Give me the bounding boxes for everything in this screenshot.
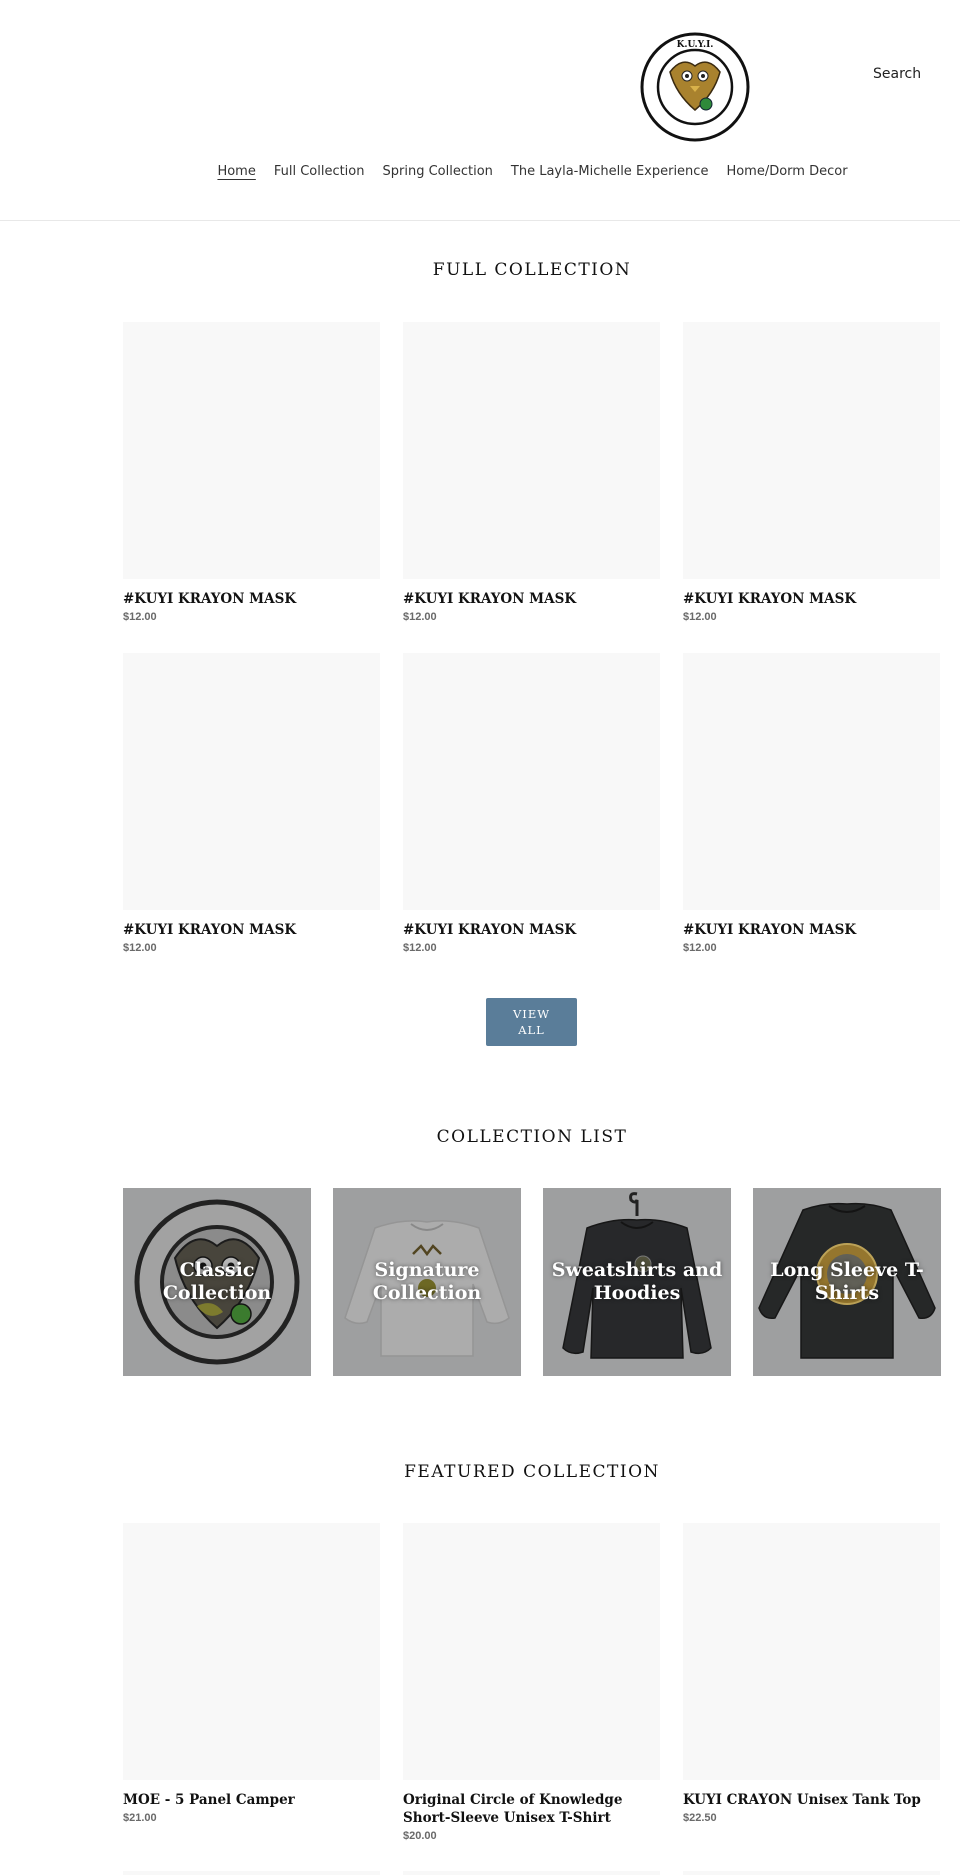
product-image[interactable]	[683, 653, 940, 910]
product-name[interactable]: #KUYI KRAYON MASK	[123, 921, 380, 939]
full-collection-title: FULL COLLECTION	[432, 260, 632, 280]
product-image[interactable]	[683, 322, 940, 579]
brand-logo[interactable]: K.U.Y.I.	[640, 32, 750, 142]
product-name[interactable]: #KUYI KRAYON MASK	[683, 921, 940, 939]
product-card[interactable]: #KUYI KRAYON MASK $12.00	[403, 653, 660, 954]
product-name[interactable]: #KUYI KRAYON MASK	[683, 590, 940, 608]
product-card[interactable]: Original Circle of Knowledge Short-Sleev…	[403, 1523, 660, 1842]
collection-label[interactable]: Signature Collection	[333, 1188, 521, 1376]
product-price: $12.00	[683, 611, 717, 623]
product-card[interactable]: MOE - 5 Panel Camper $21.00	[123, 1523, 380, 1842]
product-price: $22.50	[683, 1812, 717, 1824]
product-card[interactable]: #KUYI KRAYON MASK $12.00	[403, 322, 660, 623]
site-header: K.U.Y.I. Search Home Full Collection Spr…	[0, 0, 960, 221]
featured-collection-title: FEATURED COLLECTION	[404, 1462, 660, 1482]
product-image[interactable]	[403, 1523, 660, 1780]
product-name[interactable]: #KUYI KRAYON MASK	[123, 590, 380, 608]
product-name[interactable]: KUYI CRAYON Unisex Tank Top	[683, 1791, 940, 1809]
product-card[interactable]: #KUYI KRAYON MASK $12.00	[683, 322, 940, 623]
nav-item-layla-michelle[interactable]: The Layla-Michelle Experience	[502, 164, 718, 179]
collection-card-classic[interactable]: Classic Collection	[123, 1188, 311, 1376]
product-image[interactable]	[683, 1523, 940, 1780]
product-name[interactable]: #KUYI KRAYON MASK	[403, 590, 660, 608]
product-image-partial	[123, 1871, 380, 1875]
collection-label[interactable]: Sweatshirts and Hoodies	[543, 1188, 731, 1376]
product-name[interactable]: #KUYI KRAYON MASK	[403, 921, 660, 939]
product-price: $12.00	[123, 611, 157, 623]
collection-card-signature[interactable]: Signature Collection	[333, 1188, 521, 1376]
full-collection-grid: #KUYI KRAYON MASK $12.00 #KUYI KRAYON MA…	[123, 322, 940, 954]
product-price: $12.00	[123, 942, 157, 954]
search-link[interactable]: Search	[873, 66, 921, 82]
collection-list: Classic Collection Signature Collection …	[123, 1188, 941, 1376]
nav-item-home[interactable]: Home	[208, 164, 264, 179]
collection-card-sweatshirts[interactable]: Sweatshirts and Hoodies	[543, 1188, 731, 1376]
main-nav: Home Full Collection Spring Collection T…	[0, 164, 960, 179]
product-image-partial	[683, 1871, 940, 1875]
product-name[interactable]: MOE - 5 Panel Camper	[123, 1791, 380, 1809]
product-price: $12.00	[403, 942, 437, 954]
product-image[interactable]	[403, 653, 660, 910]
collection-label[interactable]: Classic Collection	[123, 1188, 311, 1376]
product-card[interactable]: KUYI CRAYON Unisex Tank Top $22.50	[683, 1523, 940, 1842]
product-image[interactable]	[123, 653, 380, 910]
product-card[interactable]: #KUYI KRAYON MASK $12.00	[123, 322, 380, 623]
product-price: $20.00	[403, 1830, 437, 1842]
product-price: $12.00	[403, 611, 437, 623]
collection-card-long-sleeve[interactable]: Long Sleeve T-Shirts	[753, 1188, 941, 1376]
product-image-partial	[403, 1871, 660, 1875]
nav-item-spring-collection[interactable]: Spring Collection	[374, 164, 502, 179]
featured-collection-grid: MOE - 5 Panel Camper $21.00 Original Cir…	[123, 1523, 940, 1842]
product-price: $21.00	[123, 1812, 157, 1824]
collection-list-title: COLLECTION LIST	[436, 1127, 628, 1147]
product-image[interactable]	[123, 1523, 380, 1780]
nav-item-home-dorm-decor[interactable]: Home/Dorm Decor	[717, 164, 856, 179]
nav-item-full-collection[interactable]: Full Collection	[265, 164, 374, 179]
product-card[interactable]: #KUYI KRAYON MASK $12.00	[123, 653, 380, 954]
product-image[interactable]	[123, 322, 380, 579]
product-name[interactable]: Original Circle of Knowledge Short-Sleev…	[403, 1791, 660, 1827]
view-all-button[interactable]: VIEW ALL	[486, 998, 577, 1046]
product-image[interactable]	[403, 322, 660, 579]
svg-text:K.U.Y.I.: K.U.Y.I.	[677, 40, 714, 50]
product-card[interactable]: #KUYI KRAYON MASK $12.00	[683, 653, 940, 954]
product-price: $12.00	[683, 942, 717, 954]
collection-label[interactable]: Long Sleeve T-Shirts	[753, 1188, 941, 1376]
